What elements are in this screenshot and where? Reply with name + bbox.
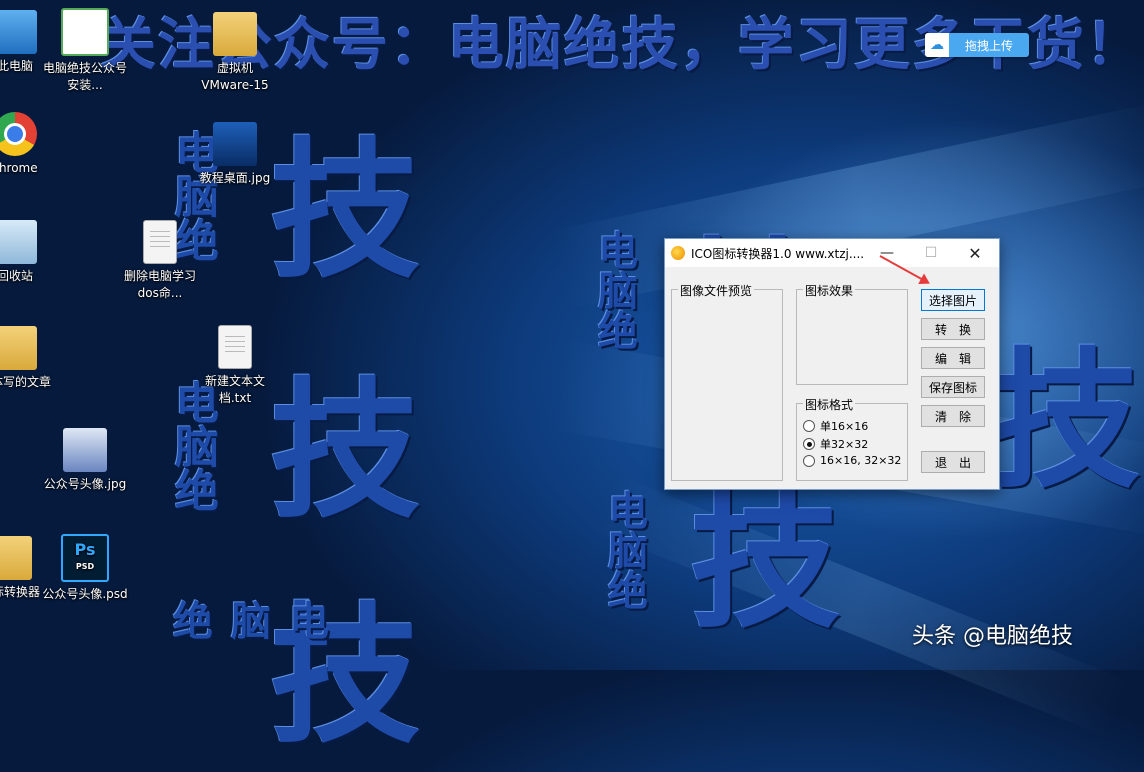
- select-image-button[interactable]: 选择图片: [921, 289, 985, 311]
- radio-icon: [803, 454, 815, 467]
- desktop-icon-chrome[interactable]: chrome: [0, 112, 60, 177]
- effect-group-label: 图标效果: [803, 282, 856, 299]
- clear-button[interactable]: 清 除: [921, 405, 985, 427]
- qr-icon: [61, 8, 109, 56]
- document-icon: [218, 325, 252, 369]
- format-radio-both[interactable]: 16×16, 32×32: [803, 454, 901, 467]
- edit-button[interactable]: 编 辑: [921, 347, 985, 369]
- desktop-icon-avatar-psd[interactable]: Ps PSD 公众号头像.psd: [40, 534, 130, 603]
- exit-button[interactable]: 退 出: [921, 451, 985, 473]
- folder-icon: [0, 536, 32, 580]
- document-icon: [143, 220, 177, 264]
- drag-upload-button[interactable]: ☁ 拖拽上传: [925, 33, 1029, 57]
- window-titlebar[interactable]: ICO图标转换器1.0 www.xtzj.... — ☐ ✕: [665, 239, 999, 267]
- preview-group-label: 图像文件预览: [678, 282, 755, 299]
- radio-checked-icon: [803, 438, 815, 450]
- wallpaper-char: 技: [990, 333, 1141, 509]
- effect-group: 图标效果: [796, 282, 908, 385]
- folder-icon: [213, 12, 257, 56]
- save-icon-button[interactable]: 保存图标: [921, 376, 985, 398]
- desktop-icon-dos-doc[interactable]: 删除电脑学习dos命...: [115, 220, 205, 302]
- watermark-credit: 头条 @电脑绝技: [912, 624, 1073, 649]
- close-button[interactable]: ✕: [953, 239, 997, 267]
- recycle-bin-icon: [0, 220, 37, 264]
- format-radio-16[interactable]: 单16×16: [803, 418, 868, 434]
- ico-converter-window: ICO图标转换器1.0 www.xtzj.... — ☐ ✕ 图像文件预览 图标…: [664, 238, 1000, 490]
- desktop-icon-tutorial-image[interactable]: 教程桌面.jpg: [190, 122, 280, 187]
- maximize-button[interactable]: ☐: [909, 239, 953, 267]
- psd-icon: Ps PSD: [61, 534, 109, 582]
- wallpaper-char: 技: [270, 123, 421, 299]
- desktop-icon-vmware[interactable]: 虚拟机 VMware-15: [190, 12, 280, 94]
- image-icon: [213, 122, 257, 166]
- window-title: ICO图标转换器1.0 www.xtzj....: [691, 246, 865, 261]
- desktop-icon-new-text[interactable]: 新建文本文档.txt: [190, 325, 280, 407]
- desktop-icon-avatar-jpg[interactable]: 公众号头像.jpg: [40, 428, 130, 493]
- chrome-icon: [0, 112, 37, 156]
- desktop-icon-articles[interactable]: 媒体写的文章: [0, 326, 60, 391]
- radio-icon: [803, 420, 815, 432]
- wallpaper-text: 电脑绝: [601, 490, 648, 610]
- desktop-icon-recycle-bin[interactable]: 回收站: [0, 220, 60, 285]
- convert-button[interactable]: 转 换: [921, 318, 985, 340]
- pc-icon: [0, 10, 37, 54]
- folder-icon: [0, 326, 37, 370]
- desktop-icon-installer[interactable]: 电脑绝技公众号安装...: [40, 8, 130, 94]
- format-radio-32[interactable]: 单32×32: [803, 436, 868, 452]
- wallpaper-text: 电脑绝: [591, 230, 638, 350]
- preview-group: 图像文件预览: [671, 282, 783, 481]
- image-icon: [63, 428, 107, 472]
- minimize-button[interactable]: —: [865, 239, 909, 267]
- format-group: 图标格式 单16×16 单32×32 16×16, 32×32: [796, 396, 908, 481]
- wallpaper-text: 电脑绝: [166, 600, 329, 640]
- format-group-label: 图标格式: [803, 396, 856, 413]
- app-icon: [671, 246, 685, 260]
- cloud-icon: ☁: [925, 33, 949, 57]
- wallpaper-char: 技: [270, 363, 421, 539]
